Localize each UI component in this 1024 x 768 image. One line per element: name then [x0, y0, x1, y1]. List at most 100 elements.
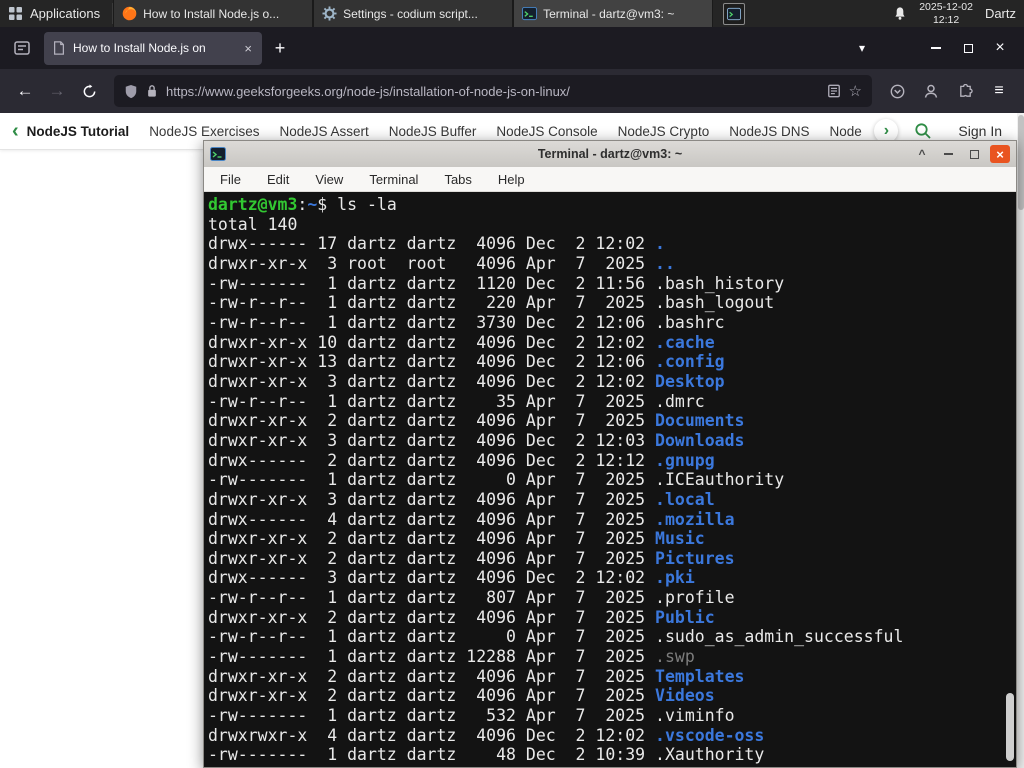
terminal-output-line: drwxr-xr-x 2 dartz dartz 4096 Apr 7 2025…	[208, 529, 705, 549]
terminal-output-line: drwxr-xr-x 3 dartz dartz 4096 Apr 7 2025…	[208, 489, 715, 509]
back-button[interactable]: ←	[10, 76, 40, 106]
menu-tabs[interactable]: Tabs	[444, 172, 471, 187]
nav-item[interactable]: NodeJS Crypto	[618, 124, 710, 139]
pocket-icon[interactable]	[882, 76, 912, 106]
nav-item[interactable]: Node	[830, 124, 862, 139]
terminal-output-line: -rw------- 1 dartz dartz 48 Dec 2 10:39 …	[208, 745, 765, 765]
terminal-output-line: drwx------ 17 dartz dartz 4096 Dec 2 12:…	[208, 234, 665, 254]
nav-item-tutorial[interactable]: NodeJS Tutorial	[27, 124, 130, 139]
minimize-button[interactable]	[920, 33, 952, 63]
terminal-output-line: drwxr-xr-x 10 dartz dartz 4096 Dec 2 12:…	[208, 332, 715, 352]
nav-prev-icon[interactable]: ‹	[12, 120, 19, 143]
browser-scrollbar[interactable]	[1017, 113, 1024, 768]
taskbar-window-label: How to Install Node.js o...	[143, 6, 280, 21]
applications-menu[interactable]: Applications	[0, 0, 112, 27]
terminal-prompt-line: dartz@vm3:~$ ls -la	[208, 195, 1016, 215]
terminal-output-line: drwx------ 2 dartz dartz 4096 Dec 2 12:1…	[208, 450, 715, 470]
terminal-output-line: drwxr-xr-x 13 dartz dartz 4096 Dec 2 12:…	[208, 352, 725, 372]
menu-terminal[interactable]: Terminal	[369, 172, 418, 187]
forward-button[interactable]: →	[42, 76, 72, 106]
terminal-output-line: -rw-r--r-- 1 dartz dartz 35 Apr 7 2025 .…	[208, 391, 705, 411]
tab-close-icon[interactable]: ×	[242, 41, 254, 56]
terminal-output-line: -rw-rw-r-- 1 dartz dartz 9529 Dec 2 10:4…	[208, 765, 1016, 767]
minimize-icon	[943, 153, 953, 155]
terminal-output-line: -rw-r--r-- 1 dartz dartz 807 Apr 7 2025 …	[208, 588, 735, 608]
terminal-output-line: drwxr-xr-x 2 dartz dartz 4096 Apr 7 2025…	[208, 411, 745, 431]
search-icon[interactable]	[914, 122, 932, 140]
account-icon[interactable]	[916, 76, 946, 106]
list-all-tabs-button[interactable]: ▾	[848, 34, 876, 62]
terminal-output-line: -rw------- 1 dartz dartz 532 Apr 7 2025 …	[208, 706, 735, 726]
restore-icon	[963, 43, 973, 53]
terminal-close-button[interactable]: ×	[990, 145, 1010, 163]
terminal-output-line: -rw------- 1 dartz dartz 12288 Apr 7 202…	[208, 647, 695, 667]
terminal-output-line: drwxr-xr-x 2 dartz dartz 4096 Apr 7 2025…	[208, 548, 735, 568]
menu-file[interactable]: File	[220, 172, 241, 187]
terminal-title: Terminal - dartz@vm3: ~	[537, 147, 683, 161]
terminal-screen[interactable]: dartz@vm3:~$ ls -la total 140 drwx------…	[204, 192, 1016, 767]
prompt-symbol: $	[317, 195, 338, 214]
firefox-view-button[interactable]	[8, 34, 36, 62]
taskbar-window-label: Terminal - dartz@vm3: ~	[543, 6, 675, 21]
terminal-output-line: drwxr-xr-x 2 dartz dartz 4096 Apr 7 2025…	[208, 607, 715, 627]
terminal-output-line: drwx------ 3 dartz dartz 4096 Dec 2 12:0…	[208, 568, 695, 588]
nav-item[interactable]: NodeJS Exercises	[149, 124, 259, 139]
firefox-toolbar: ← → https://www.geeksforgeeks.org/node-j…	[0, 69, 1024, 113]
taskbar-window-terminal[interactable]: Terminal - dartz@vm3: ~	[513, 0, 714, 27]
bell-icon[interactable]	[893, 6, 907, 21]
terminal-maximize-button[interactable]	[964, 145, 984, 163]
terminal-scrollbar-thumb[interactable]	[1006, 693, 1014, 761]
taskbar-window-settings[interactable]: Settings - codium script...	[313, 0, 514, 27]
clock-date: 2025-12-02	[919, 0, 973, 13]
system-taskbar: Applications How to Install Node.js o...…	[0, 0, 1024, 27]
close-button[interactable]: ×	[984, 33, 1016, 63]
bookmark-star-icon[interactable]: ☆	[849, 82, 862, 100]
browser-scrollbar-thumb[interactable]	[1017, 115, 1024, 210]
terminal-output-line: -rw------- 1 dartz dartz 1120 Dec 2 11:5…	[208, 273, 785, 293]
terminal-output-line: -rw-r--r-- 1 dartz dartz 3730 Dec 2 12:0…	[208, 312, 725, 332]
menu-help[interactable]: Help	[498, 172, 525, 187]
restore-button[interactable]	[952, 33, 984, 63]
shield-icon[interactable]	[124, 84, 138, 99]
menu-icon[interactable]: ≡	[984, 76, 1014, 106]
shade-button[interactable]: ^	[912, 145, 932, 163]
terminal-icon	[522, 6, 538, 21]
minimize-icon	[931, 47, 941, 49]
new-tab-button[interactable]: +	[266, 34, 294, 62]
clock-time: 12:12	[932, 13, 960, 26]
nav-item[interactable]: NodeJS Buffer	[389, 124, 477, 139]
taskbar-window-firefox[interactable]: How to Install Node.js o...	[113, 0, 314, 27]
menu-edit[interactable]: Edit	[267, 172, 289, 187]
reader-mode-icon[interactable]	[827, 84, 841, 98]
terminal-output-line: -rw-r--r-- 1 dartz dartz 220 Apr 7 2025 …	[208, 293, 775, 313]
clock[interactable]: 2025-12-02 12:12	[919, 1, 973, 26]
maximize-icon	[969, 149, 979, 159]
tab-title: How to Install Node.js on	[73, 41, 206, 55]
nav-item[interactable]: NodeJS Console	[496, 124, 597, 139]
toolbar-right-icons: ≡	[882, 76, 1014, 106]
terminal-output-line: drwxr-xr-x 2 dartz dartz 4096 Apr 7 2025…	[208, 666, 745, 686]
nav-item[interactable]: NodeJS DNS	[729, 124, 809, 139]
terminal-minimize-button[interactable]	[938, 145, 958, 163]
tray-terminal-icon[interactable]	[723, 2, 746, 25]
taskbar-window-label: Settings - codium script...	[343, 6, 478, 21]
terminal-output-line: -rw-r--r-- 1 dartz dartz 0 Apr 7 2025 .s…	[208, 627, 904, 647]
url-text[interactable]: https://www.geeksforgeeks.org/node-js/in…	[166, 84, 819, 99]
terminal-titlebar[interactable]: Terminal - dartz@vm3: ~ ^ ×	[204, 141, 1016, 167]
terminal-output-line: drwxrwxr-x 4 dartz dartz 4096 Dec 2 12:0…	[208, 725, 765, 745]
terminal-output-line: drwxr-xr-x 3 dartz dartz 4096 Dec 2 12:0…	[208, 371, 725, 391]
menu-view[interactable]: View	[315, 172, 343, 187]
applications-label: Applications	[30, 6, 101, 21]
nav-item[interactable]: NodeJS Assert	[279, 124, 368, 139]
prompt-user-host: dartz@vm3	[208, 195, 298, 214]
reload-button[interactable]	[74, 76, 104, 106]
firefox-icon	[122, 6, 137, 21]
terminal-output-line: drwxr-xr-x 3 root root 4096 Apr 7 2025 .…	[208, 253, 675, 273]
url-bar[interactable]: https://www.geeksforgeeks.org/node-js/in…	[114, 75, 872, 107]
page-favicon	[52, 41, 66, 55]
extensions-icon[interactable]	[950, 76, 980, 106]
browser-tab[interactable]: How to Install Node.js on ×	[44, 31, 262, 65]
lock-icon[interactable]	[146, 84, 158, 98]
prompt-path: ~	[307, 195, 318, 214]
user-menu[interactable]: Dartz	[985, 6, 1016, 21]
